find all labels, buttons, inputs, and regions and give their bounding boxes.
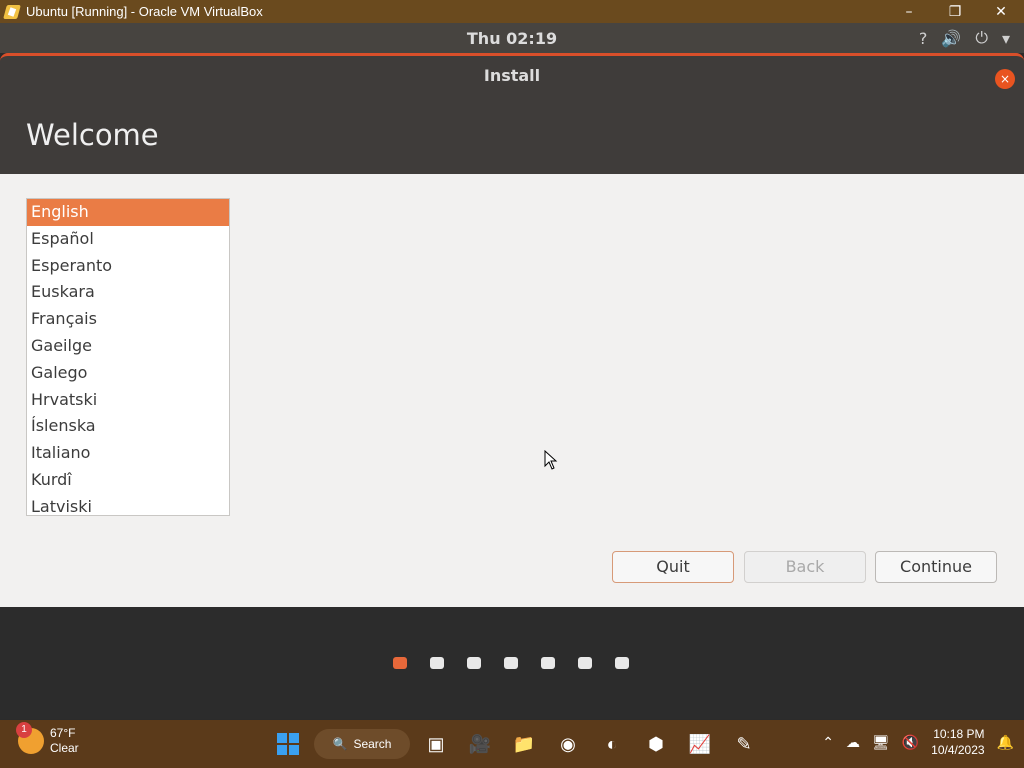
progress-dot: [615, 657, 629, 669]
file-explorer-icon[interactable]: 📁: [506, 726, 542, 762]
weather-widget[interactable]: 1 67°F Clear: [16, 722, 79, 756]
notification-badge: 1: [16, 722, 32, 738]
language-item[interactable]: Hrvatski: [27, 387, 229, 414]
teams-icon[interactable]: 🎥: [462, 726, 498, 762]
vbox-window-controls: – ❐ ✕: [886, 0, 1024, 23]
language-item[interactable]: Italiano: [27, 440, 229, 467]
language-item[interactable]: Galego: [27, 360, 229, 387]
search-icon: 🔍: [332, 737, 348, 751]
progress-dot: [467, 657, 481, 669]
volume-icon[interactable]: 🔊: [941, 29, 961, 48]
quit-button[interactable]: Quit: [612, 551, 734, 583]
progress-dot: [393, 657, 407, 669]
mouse-cursor-icon: [544, 450, 558, 470]
progress-dot: [504, 657, 518, 669]
continue-button[interactable]: Continue: [875, 551, 997, 583]
installer-header: Install × Welcome: [0, 53, 1024, 174]
weather-condition: Clear: [50, 741, 79, 755]
progress-dot: [430, 657, 444, 669]
language-item[interactable]: Gaeilge: [27, 333, 229, 360]
accessibility-icon[interactable]: ?: [919, 29, 928, 48]
progress-dot: [578, 657, 592, 669]
power-icon[interactable]: ⏻: [975, 28, 988, 48]
chevron-up-icon[interactable]: ⌃: [822, 734, 834, 751]
installer-body: English Español Esperanto Euskara Français Ga…: [0, 174, 1024, 607]
taskbar-search[interactable]: 🔍 Search: [314, 729, 410, 759]
virtualbox-icon: [4, 4, 20, 20]
virtualbox-app-icon[interactable]: ⬢: [638, 726, 674, 762]
installer-close-button[interactable]: ×: [995, 69, 1015, 89]
language-item[interactable]: Esperanto: [27, 253, 229, 280]
language-list[interactable]: English Español Esperanto Euskara Français Ga…: [26, 198, 230, 516]
vbox-titlebar: Ubuntu [Running] - Oracle VM VirtualBox …: [0, 0, 1024, 23]
vbox-window-title: Ubuntu [Running] - Oracle VM VirtualBox: [26, 4, 263, 19]
onedrive-icon[interactable]: ☁: [846, 734, 860, 751]
language-item[interactable]: Français: [27, 306, 229, 333]
page-title: Welcome: [26, 118, 159, 152]
language-item[interactable]: Español: [27, 226, 229, 253]
back-button[interactable]: Back: [744, 551, 866, 583]
language-item[interactable]: Íslenska: [27, 413, 229, 440]
speaker-muted-icon[interactable]: 🔇: [902, 734, 919, 751]
weather-temp: 67°F: [50, 726, 76, 740]
chevron-down-icon[interactable]: ▾: [1002, 29, 1010, 48]
language-item[interactable]: Kurdî: [27, 467, 229, 494]
windows-taskbar: 1 67°F Clear 🔍 Search ▣ 🎥 📁 ◉ ◐ ⬢ 📈 ✎ ⌃ …: [0, 720, 1024, 768]
installer-title: Install: [483, 66, 541, 85]
moon-icon: 1: [16, 722, 44, 754]
system-tray: ⌃ ☁ 🖥 🔇 10:18 PM 10/4/2023 🔔: [822, 726, 1014, 758]
taskbar-clock[interactable]: 10:18 PM 10/4/2023: [931, 726, 984, 758]
progress-dot: [541, 657, 555, 669]
windows-logo-icon: [277, 733, 299, 755]
ubuntu-top-panel: Thu 02:19 ? 🔊 ⏻ ▾: [0, 23, 1024, 53]
language-item[interactable]: English: [27, 199, 229, 226]
taskbar-time: 10:18 PM: [933, 727, 985, 741]
search-label: Search: [353, 737, 392, 751]
close-window-button[interactable]: ✕: [978, 0, 1024, 23]
edge-icon[interactable]: ◐: [594, 726, 630, 762]
language-item[interactable]: Euskara: [27, 279, 229, 306]
bell-icon[interactable]: 🔔: [997, 734, 1014, 751]
restore-button[interactable]: ❐: [932, 0, 978, 23]
ubuntu-clock[interactable]: Thu 02:19: [467, 29, 557, 48]
network-icon[interactable]: 🖥: [872, 734, 890, 751]
taskbar-date: 10/4/2023: [931, 743, 985, 757]
ubuntu-status-area[interactable]: ? 🔊 ⏻ ▾: [919, 23, 1010, 53]
chrome-icon[interactable]: ◉: [550, 726, 586, 762]
progress-dots: [393, 657, 629, 669]
taskbar-apps: 🔍 Search ▣ 🎥 📁 ◉ ◐ ⬢ 📈 ✎: [270, 726, 762, 762]
resource-monitor-icon[interactable]: 📈: [682, 726, 718, 762]
start-button[interactable]: [270, 726, 306, 762]
language-item[interactable]: Latviski: [27, 494, 229, 515]
slideshow-area: [0, 607, 1024, 719]
vm-window-icon[interactable]: ✎: [726, 726, 762, 762]
task-view-icon[interactable]: ▣: [418, 726, 454, 762]
minimize-button[interactable]: –: [886, 0, 932, 23]
installer-window: Install × Welcome English Español Esperant…: [0, 53, 1024, 607]
